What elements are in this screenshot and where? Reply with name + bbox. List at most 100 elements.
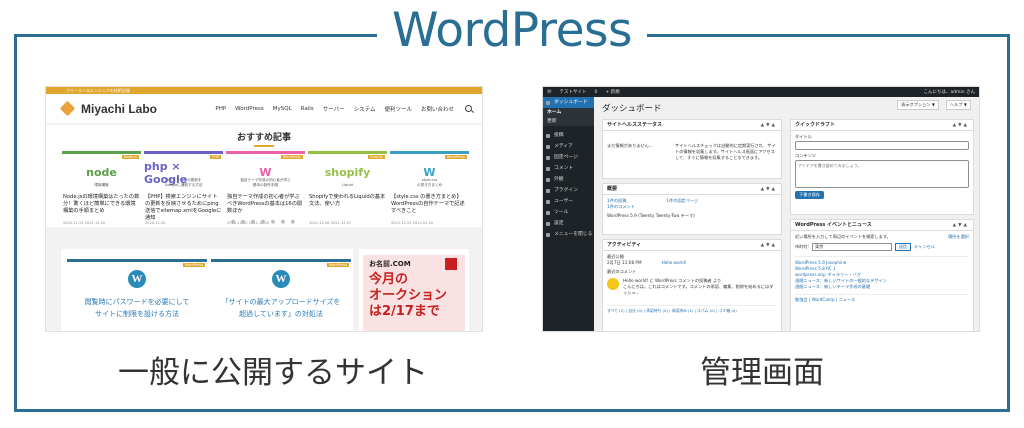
lower-article-title[interactable]: 閲覧時にパスワードを必要にして サイトに制限を設ける方法 [67,296,207,320]
box-controls[interactable]: ▲▼▲ [953,120,969,131]
frame-title: WordPress [377,2,647,60]
screen-options-button[interactable]: 表示オプション ▼ [897,100,939,110]
box-controls[interactable]: ▲▼▲ [953,220,969,231]
box-controls[interactable]: ▲▼▲ [761,240,777,251]
box-controls[interactable]: ▲▼▲ [761,120,777,131]
article-card[interactable]: WordPress W 独自テーマ作成の初心者が学ぶ 基本の制作手順 独自テーマ作成の… [226,151,305,225]
card-thumbnail-subtitle: Liquid [342,183,353,187]
category-badge: WordPress [182,263,205,267]
recent-post-link[interactable]: Hello world! [662,260,687,266]
nav-item[interactable]: MySQL [273,106,292,112]
sidebar-item[interactable]: ユーザー [543,196,594,207]
sidebar-item[interactable]: 設定 [543,218,594,229]
card-title[interactable]: 【style.css の書き方まとめ】WordPressの自作テーマで記述すべき… [390,191,469,221]
glance-theme: WordPress 5.9 (Twenty Twenty-Two テーマ) [607,213,695,218]
box-header: クイックドラフト ▲▼▲ [791,120,973,131]
sidebar-item[interactable]: メニューを閉じる [543,229,594,240]
wp-logo-icon[interactable]: Ⓦ [547,89,552,95]
site-health-box: サイトヘルスステータス ▲▼▲ まだ情報がありません… サイトヘルスチェックは自動… [602,119,782,179]
category-badge: WordPress [326,263,349,267]
box-controls[interactable]: ▲▼▲ [761,184,777,195]
ad-banner[interactable]: お名前.COM 今月の オークション は2/17まで [359,249,469,331]
events-footer-links[interactable]: 勉強会 | WordCamp | ニュース [795,294,969,303]
save-draft-button[interactable]: 下書き保存 [795,191,824,199]
admin-bar-comments[interactable]: 0 [595,90,598,95]
sidebar-item[interactable]: 投稿 [543,130,594,141]
admin-bar: Ⓦ テストサイト 0 + 新規 こんにちは、admin さん [543,87,979,97]
nav-item[interactable]: システム [354,105,376,113]
nav-item[interactable]: WordPress [235,106,264,112]
article-card[interactable]: Node.js node 環境構築 Node.jsの環境構築はたったの数分！驚くほど簡… [62,151,141,225]
glance-comments[interactable]: 1件のコメント [607,204,777,210]
card-category-tag: Node.js [121,155,139,159]
events-intro: 近い場所を入力して周辺のイベントを検索します。 [795,234,891,239]
card-title[interactable]: Shopifyで使われるLiquidの基本文法、使い方 [308,191,387,221]
card-thumbnail[interactable]: PHP php × Google サイトマップの更新を Googleに通知する方法 [144,151,223,191]
nav-item[interactable]: PHP [215,106,226,112]
card-title[interactable]: 【PHP】検索エンジンにサイトの更新を反映させるためにping送信でsitema… [144,191,223,221]
box-title: サイトヘルスステータス [607,122,663,128]
admin-bar-site[interactable]: テストサイト [560,89,587,95]
box-title: 概要 [607,186,618,192]
sidebar-item[interactable]: 固定ページ [543,152,594,163]
box-title: クイックドラフト [795,122,836,128]
site-logo[interactable]: Miyachi Labo [81,102,157,116]
sidebar-item[interactable]: 外観 [543,174,594,185]
admin-screenshot: Ⓦ テストサイト 0 + 新規 こんにちは、admin さん ダッシュボード ホー… [542,86,980,332]
news-item[interactable]: 週間ニュース：新しいテーマ作成の基礎 [795,284,969,290]
city-cancel-link[interactable]: キャンセル [914,244,935,250]
comment-text: Hello world! に WordPress コメントの投稿者 より こんに… [623,278,774,295]
ad-copy: 今月の オークション は2/17まで [369,272,448,319]
card-title[interactable]: Node.jsの環境構築はたったの数分！驚くほど簡単にできる環境構築の手順まとめ [62,191,141,221]
lower-article-card[interactable]: WordPress W 閲覧時にパスワードを必要にして サイトに制限を設ける方法 [67,259,207,331]
health-desc: サイトヘルスチェックは自動的に定期実行され、サイトの情報を収集します。サイトヘル… [675,143,776,160]
card-title[interactable]: 独自テーマ作成の初心者が学ぶべきWordPressの基本は16の関数ほか [226,191,305,221]
nav-item[interactable]: Rails [301,106,314,112]
sidebar-item[interactable]: ホーム [543,108,594,117]
activity-box: アクティビティ ▲▼▲ 最近公開 2月7日 11:08 PM Hello worl… [602,239,782,331]
lower-article-title[interactable]: 「サイトの最大アップロードサイズを 超過しています」の対処法 [211,296,351,320]
comment-filters[interactable]: すべて (1) | 自分 (0) | 承認待ち (0) | 承認済み (1) |… [607,305,777,314]
card-thumbnail[interactable]: WordPress W 独自テーマ作成の初心者が学ぶ 基本の制作手順 [226,151,305,191]
glance-pages[interactable]: 1件の固定ページ [666,198,698,204]
draft-title-input[interactable] [795,141,969,150]
nav-item[interactable]: お問い合わせ [421,105,454,113]
card-thumbnail-subtitle: style.css の書き方まとめ [416,178,443,187]
sidebar-item[interactable]: コメント [543,163,594,174]
sidebar-item[interactable]: メディア [543,141,594,152]
select-location-link[interactable]: 場所を選択 [948,234,969,240]
help-button[interactable]: ヘルプ ▼ [945,100,971,110]
lower-article-card[interactable]: WordPress W 「サイトの最大アップロードサイズを 超過しています」の対… [211,259,351,331]
sidebar-item[interactable]: ツール [543,207,594,218]
card-thumbnail[interactable]: Node.js node 環境構築 [62,151,141,191]
carousel-dots[interactable]: ● ● ● ● ● ● ● [46,219,482,225]
caption-public-site: 一般に公開するサイト [118,355,428,391]
draft-content-textarea[interactable]: アイデアを書き留めてみましょう。 [795,160,969,188]
draft-content-label: コンテンツ [795,153,816,158]
article-cards: Node.js node 環境構築 Node.jsの環境構築はたったの数分！驚くほど簡… [62,151,469,225]
box-body: まだ情報がありません… サイトヘルスチェックは自動的に定期実行され、サイトの情報… [603,131,781,164]
card-thumbnail[interactable]: Shopify shopify Liquid [308,151,387,191]
card-thumbnail-subtitle: 環境構築 [94,183,109,187]
title-underline [254,145,274,147]
sidebar-item[interactable]: プラグイン [543,185,594,196]
nav-item[interactable]: 便利ツール [384,105,412,113]
city-input[interactable]: 東京 [811,243,892,251]
article-card[interactable]: WordPress Wstyle.css の書き方まとめ 【style.css の書… [390,151,469,225]
box-header: 概要 ▲▼▲ [603,184,781,195]
card-thumbnail-mark: shopify [324,166,371,179]
card-thumbnail[interactable]: WordPress Wstyle.css の書き方まとめ [390,151,469,191]
sidebar-item[interactable]: 更新 [543,117,594,126]
article-card[interactable]: PHP php × Google サイトマップの更新を Googleに通知する方法【… [144,151,223,225]
search-icon[interactable] [465,105,472,112]
article-card[interactable]: Shopify shopify Liquid Shopifyで使われるLiquidの基… [308,151,387,225]
sidebar-item[interactable]: ダッシュボード [543,97,594,108]
card-header-bar [211,259,351,262]
box-body: 最近公開 2月7日 11:08 PM Hello world! 最近のコメント … [603,251,781,317]
nav-item[interactable]: サーバー [323,105,345,113]
lower-section: WordPress W 閲覧時にパスワードを必要にして サイトに制限を設ける方法… [46,249,482,331]
city-row: 市町村: 東京 送信 キャンセル [795,243,969,251]
admin-bar-user[interactable]: こんにちは、admin さん [923,89,975,95]
admin-bar-new[interactable]: + 新規 [605,89,619,95]
city-submit-button[interactable]: 送信 [894,243,911,251]
